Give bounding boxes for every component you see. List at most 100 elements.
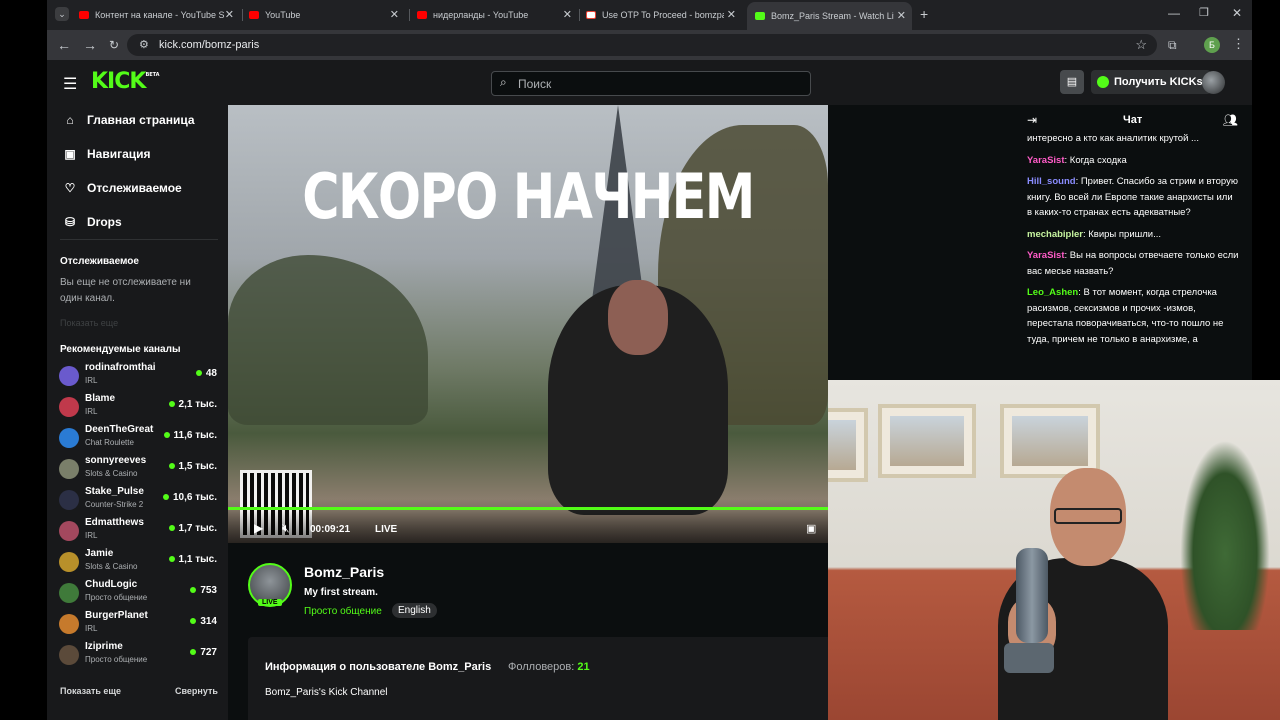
stream-info: LIVE Bomz_Paris My first stream. Просто …: [228, 543, 828, 720]
close-icon[interactable]: ✕: [563, 8, 572, 21]
tab-gmail[interactable]: Use OTP To Proceed - bomzpar ✕: [586, 4, 736, 26]
live-dot-icon: [163, 432, 170, 438]
wall-picture: [1000, 404, 1100, 478]
channel-item[interactable]: Blame IRL 2,1 тыс.: [59, 393, 217, 421]
close-icon[interactable]: ✕: [723, 8, 736, 21]
channel-avatar: [59, 521, 79, 541]
player-controls: ▶ 🔇︎ 00:09:21 LIVE ▣: [228, 510, 828, 543]
address-bar[interactable]: ⚙ kick.com/bomz-paris ☆: [127, 34, 1157, 56]
chat-username[interactable]: Hill_sound: [1027, 176, 1076, 187]
tab-search-button[interactable]: ⌄: [55, 7, 69, 21]
viewer-count: 727: [190, 647, 217, 658]
chat-message: интересно а кто как аналитик крутой ...: [1027, 131, 1239, 147]
live-dot-icon: [190, 587, 197, 593]
close-icon[interactable]: ✕: [893, 9, 906, 22]
about-title: Информация о пользователе Bomz_Paris: [265, 661, 492, 673]
live-dot-icon: [168, 525, 175, 531]
stream-title: My first stream.: [304, 587, 378, 598]
fullscreen-icon[interactable]: ▣: [806, 522, 816, 535]
extensions-icon[interactable]: ⧉: [1168, 38, 1177, 53]
sidebar-item-browse[interactable]: ▣ Навигация: [63, 147, 150, 161]
restore-button[interactable]: ❐: [1199, 6, 1209, 19]
tab-label: YouTube: [265, 10, 301, 20]
plant: [1180, 440, 1270, 630]
heart-icon: ♡: [64, 181, 76, 195]
viewer-count: 314: [190, 616, 217, 627]
chat-username[interactable]: YaraSist: [1027, 250, 1065, 261]
sidebar-item-following[interactable]: ♡ Отслеживаемое: [63, 181, 182, 195]
viewer-count: 1,1 тыс.: [168, 554, 217, 565]
live-label[interactable]: LIVE: [375, 524, 397, 535]
close-icon[interactable]: ✕: [225, 8, 234, 21]
channel-item[interactable]: Stake_Pulse Counter-Strike 2 10,6 тыс.: [59, 486, 217, 514]
close-icon[interactable]: ✕: [390, 8, 399, 21]
channel-name: rodinafromthai: [85, 362, 156, 373]
kick-logo[interactable]: KICKBETA: [91, 69, 160, 94]
back-button[interactable]: ←: [57, 37, 71, 53]
forward-button[interactable]: →: [83, 37, 97, 53]
chat-text: интересно а кто как аналитик крутой ...: [1027, 133, 1199, 144]
chat-users-icon[interactable]: 👥︎: [1223, 113, 1238, 127]
sidebar-item-home[interactable]: ⌂ Главная страница: [63, 113, 194, 127]
profile-avatar[interactable]: Б: [1204, 37, 1220, 53]
tab-kick-stream[interactable]: Bomz_Paris Stream - Watch Live ✕: [747, 2, 912, 30]
bookmark-star-icon[interactable]: ☆: [1135, 37, 1147, 53]
chat-message: Leo_Ashen: В тот момент, когда стрелочка…: [1027, 287, 1224, 345]
show-more-button[interactable]: Показать еще: [60, 686, 121, 696]
channel-category: IRL: [85, 531, 98, 540]
minimize-button[interactable]: —: [1168, 6, 1180, 20]
recommended-heading: Рекомендуемые каналы: [60, 344, 181, 355]
channel-category: Slots & Casino: [85, 469, 138, 478]
channel-name[interactable]: Bomz_Paris: [304, 564, 384, 580]
collapse-chat-icon[interactable]: ⇥: [1027, 113, 1037, 127]
channel-item[interactable]: rodinafromthai IRL 48: [59, 362, 217, 390]
channel-avatar: [59, 490, 79, 510]
close-window-button[interactable]: ✕: [1232, 6, 1242, 20]
chat-username[interactable]: mechabipler: [1027, 229, 1083, 240]
youtube-icon: [249, 11, 259, 19]
chat-username[interactable]: YaraSist: [1027, 155, 1065, 166]
browser-menu-icon[interactable]: ⋮: [1232, 36, 1245, 52]
chat-username[interactable]: Leo_Ashen: [1027, 287, 1078, 298]
search-input[interactable]: ⌕ Поиск: [491, 71, 811, 96]
tab-youtube[interactable]: YouTube ✕: [249, 4, 399, 26]
viewer-count: 1,5 тыс.: [168, 461, 217, 472]
menu-icon[interactable]: ☰: [63, 74, 77, 94]
collapse-button[interactable]: Свернуть: [175, 686, 218, 696]
youtube-icon: [79, 11, 89, 19]
tab-label: Bomz_Paris Stream - Watch Live: [771, 11, 904, 21]
new-tab-button[interactable]: +: [920, 6, 928, 22]
theater-mode-icon[interactable]: ▤: [1060, 70, 1084, 94]
chat-message: mechabipler: Квиры пришли...: [1027, 228, 1162, 240]
search-placeholder: Поиск: [518, 77, 552, 91]
site-info-icon[interactable]: ⚙: [139, 38, 149, 51]
live-dot-icon: [190, 618, 197, 624]
mute-icon[interactable]: 🔇︎: [282, 521, 290, 536]
tab-youtube-search[interactable]: нидерланды - YouTube ✕: [417, 4, 572, 26]
channel-item[interactable]: Jamie Slots & Casino 1,1 тыс.: [59, 548, 217, 576]
sidebar-item-drops[interactable]: ⛁ Drops: [63, 215, 122, 229]
channel-item[interactable]: ChudLogic Просто общение 753: [59, 579, 217, 607]
tab-strip: ⌄ Контент на канале - YouTube S ✕ YouTub…: [47, 0, 1252, 30]
get-kicks-button[interactable]: Получить KICKs: [1091, 70, 1211, 94]
channel-name: Jamie: [85, 548, 114, 559]
channel-item[interactable]: sonnyreeves Slots & Casino 1,5 тыс.: [59, 455, 217, 483]
channel-item[interactable]: Iziprime Просто общение 727: [59, 641, 217, 669]
channel-name: Stake_Pulse: [85, 486, 144, 497]
video-player[interactable]: СКОРО НАЧНЕМ ▶ 🔇︎ 00:09:21 LIVE ▣: [228, 105, 828, 543]
home-icon: ⌂: [66, 113, 74, 127]
live-badge: LIVE: [258, 599, 282, 606]
channel-category: Slots & Casino: [85, 562, 138, 571]
reload-button[interactable]: ↻: [109, 38, 119, 52]
channel-category: IRL: [85, 376, 98, 385]
about-text: Bomz_Paris's Kick Channel: [265, 687, 388, 698]
browse-icon: ▣: [64, 147, 76, 161]
channel-item[interactable]: Edmatthews IRL 1,7 тыс.: [59, 517, 217, 545]
stream-category[interactable]: Просто общение: [304, 606, 382, 617]
language-tag[interactable]: English: [392, 603, 437, 618]
user-avatar[interactable]: [1202, 71, 1225, 94]
channel-item[interactable]: DeenTheGreat Chat Roulette 11,6 тыс.: [59, 424, 217, 452]
tab-youtube-studio[interactable]: Контент на канале - YouTube S ✕: [79, 4, 234, 26]
play-icon[interactable]: ▶: [254, 521, 263, 535]
channel-item[interactable]: BurgerPlanet IRL 314: [59, 610, 217, 638]
